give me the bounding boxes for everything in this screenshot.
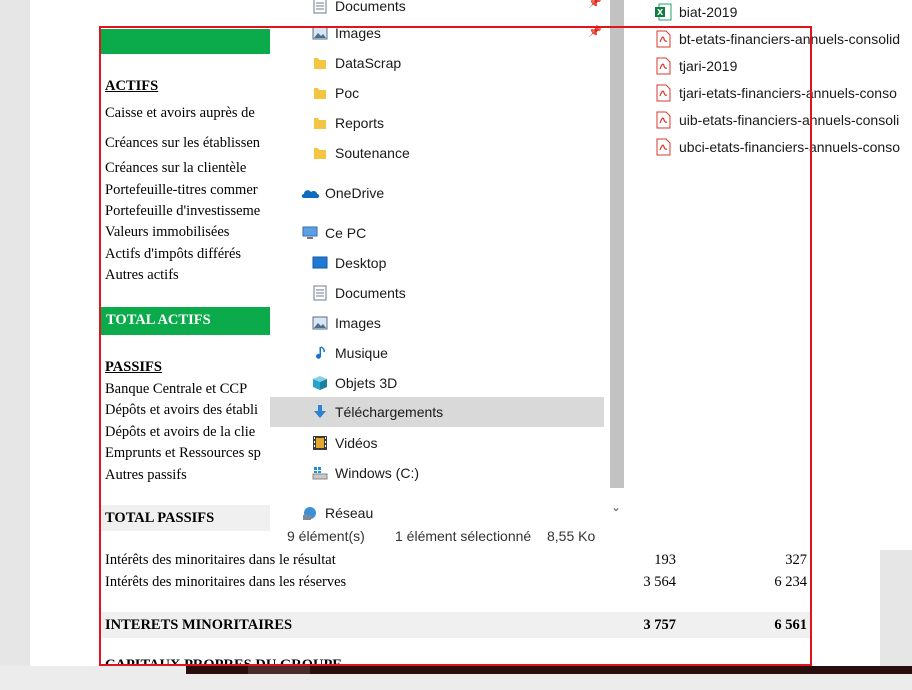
excel-icon: X — [655, 3, 672, 21]
svg-text:X: X — [657, 8, 664, 17]
taskbar-preview-highlight — [248, 666, 310, 674]
pin-icon[interactable]: 📌 — [588, 0, 602, 9]
file-item[interactable]: X biat-2019 — [654, 0, 912, 24]
file-name: biat-2019 — [679, 4, 738, 20]
selection-frame — [99, 26, 812, 666]
nav-item-label: Documents — [335, 0, 406, 14]
nav-item-documents-pinned[interactable]: Documents 📌 — [270, 0, 604, 20]
documents-icon — [313, 0, 327, 14]
